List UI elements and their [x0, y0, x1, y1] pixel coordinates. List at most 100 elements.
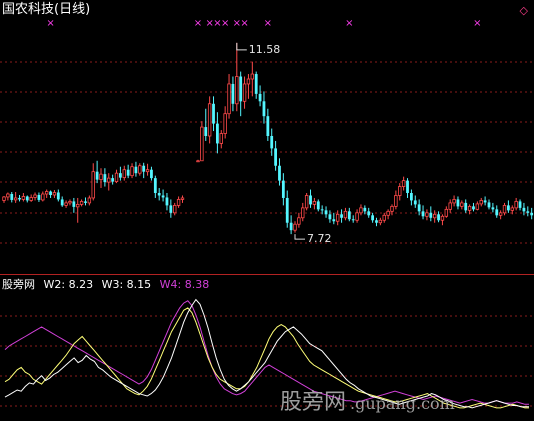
candle-body-up[interactable]: [6, 193, 10, 198]
candle-body-down[interactable]: [212, 103, 215, 124]
candle-body-up[interactable]: [444, 208, 449, 217]
candle-body-up[interactable]: [432, 213, 437, 219]
candle-body-down[interactable]: [37, 194, 41, 200]
candle-body-up[interactable]: [304, 195, 309, 209]
candle-body-up[interactable]: [207, 103, 212, 137]
candle-body-down[interactable]: [111, 178, 115, 182]
candle-body-down[interactable]: [56, 192, 60, 200]
candle-body-down[interactable]: [161, 195, 165, 198]
candle-body-up[interactable]: [176, 199, 181, 206]
candle-body-down[interactable]: [320, 209, 324, 211]
candle-body-down[interactable]: [406, 180, 409, 193]
candle-body-up[interactable]: [33, 194, 37, 198]
candle-body-up[interactable]: [122, 169, 126, 179]
candle-body-up[interactable]: [64, 202, 68, 206]
candle-body-down[interactable]: [153, 178, 157, 193]
candle-body-up[interactable]: [378, 219, 383, 224]
candle-body-up[interactable]: [145, 169, 150, 173]
candle-body-down[interactable]: [413, 200, 417, 205]
candle-body-up[interactable]: [479, 200, 483, 205]
candle-body-up[interactable]: [44, 191, 49, 195]
candle-body-down[interactable]: [328, 214, 332, 220]
candle-body-down[interactable]: [363, 207, 367, 212]
candle-body-down[interactable]: [169, 205, 173, 213]
candle-body-down[interactable]: [347, 211, 351, 220]
candle-body-up[interactable]: [227, 83, 231, 115]
candle-body-up[interactable]: [173, 204, 177, 214]
candle-body-down[interactable]: [95, 171, 99, 180]
candle-body-up[interactable]: [79, 201, 84, 205]
candle-body-down[interactable]: [157, 193, 161, 196]
candle-body-down[interactable]: [526, 211, 530, 213]
candle-body-down[interactable]: [134, 166, 138, 174]
candle-body-down[interactable]: [254, 74, 258, 94]
candle-body-down[interactable]: [231, 83, 235, 104]
candle-body-down[interactable]: [495, 209, 499, 216]
candle-body-down[interactable]: [421, 211, 425, 217]
candle-body-down[interactable]: [530, 212, 534, 216]
candle-body-up[interactable]: [398, 186, 402, 196]
candle-body-down[interactable]: [49, 191, 52, 195]
candle-body-down[interactable]: [103, 174, 107, 183]
candle-body-down[interactable]: [437, 214, 440, 221]
candle-body-up[interactable]: [130, 166, 134, 177]
candle-body-down[interactable]: [10, 193, 14, 200]
candle-body-up[interactable]: [99, 173, 103, 181]
candle-body-down[interactable]: [278, 165, 281, 181]
candle-body-down[interactable]: [456, 199, 460, 207]
candle-body-down[interactable]: [262, 101, 266, 117]
candle-body-down[interactable]: [239, 76, 243, 102]
candle-body-down[interactable]: [84, 201, 87, 203]
candle-body-down[interactable]: [60, 199, 64, 206]
candle-body-up[interactable]: [401, 180, 406, 187]
candle-body-up[interactable]: [386, 210, 390, 216]
candle-body-up[interactable]: [91, 171, 95, 199]
candle-body-up[interactable]: [301, 207, 305, 219]
candle-body-up[interactable]: [382, 214, 386, 221]
candle-body-down[interactable]: [119, 173, 122, 178]
candle-body-up[interactable]: [138, 165, 142, 174]
candle-body-up[interactable]: [219, 133, 223, 144]
candle-body-up[interactable]: [107, 177, 111, 183]
candle-body-down[interactable]: [410, 193, 413, 201]
candle-body-up[interactable]: [223, 113, 227, 134]
candlestick-series[interactable]: [2, 42, 534, 235]
candle-body-up[interactable]: [335, 213, 340, 222]
candle-body-up[interactable]: [510, 207, 514, 211]
candle-body-up[interactable]: [242, 83, 247, 102]
candle-body-up[interactable]: [196, 160, 200, 163]
candle-body-down[interactable]: [285, 197, 289, 223]
diamond-icon[interactable]: ◇: [520, 4, 528, 17]
candle-body-up[interactable]: [68, 201, 72, 204]
candle-body-up[interactable]: [180, 197, 185, 200]
candle-body-down[interactable]: [340, 214, 343, 218]
candle-body-up[interactable]: [87, 197, 92, 204]
candle-body-down[interactable]: [332, 219, 336, 222]
candle-body-down[interactable]: [487, 202, 491, 208]
candle-body-down[interactable]: [483, 200, 487, 203]
candle-body-down[interactable]: [518, 201, 522, 208]
candle-body-up[interactable]: [293, 223, 297, 231]
candle-body-down[interactable]: [274, 148, 277, 166]
candle-body-down[interactable]: [72, 201, 76, 207]
candle-body-down[interactable]: [289, 222, 293, 231]
candle-body-down[interactable]: [316, 201, 320, 210]
candle-body-down[interactable]: [429, 212, 433, 218]
candle-body-down[interactable]: [507, 205, 510, 211]
candle-body-down[interactable]: [472, 206, 475, 210]
candle-body-down[interactable]: [270, 136, 274, 149]
candle-body-up[interactable]: [13, 197, 18, 201]
candle-body-down[interactable]: [165, 197, 169, 206]
candle-body-up[interactable]: [498, 212, 503, 216]
candle-body-down[interactable]: [324, 210, 328, 215]
candle-body-down[interactable]: [216, 123, 219, 144]
candle-body-down[interactable]: [491, 207, 495, 210]
candle-body-up[interactable]: [246, 78, 251, 85]
candle-body-up[interactable]: [394, 195, 398, 207]
chart-canvas[interactable]: ×××××××××××× 11.587.72: [0, 0, 534, 421]
candle-body-up[interactable]: [200, 126, 204, 162]
candle-body-up[interactable]: [29, 197, 33, 201]
candle-body-down[interactable]: [367, 211, 371, 216]
candle-body-up[interactable]: [41, 193, 45, 201]
candle-body-up[interactable]: [343, 210, 348, 219]
